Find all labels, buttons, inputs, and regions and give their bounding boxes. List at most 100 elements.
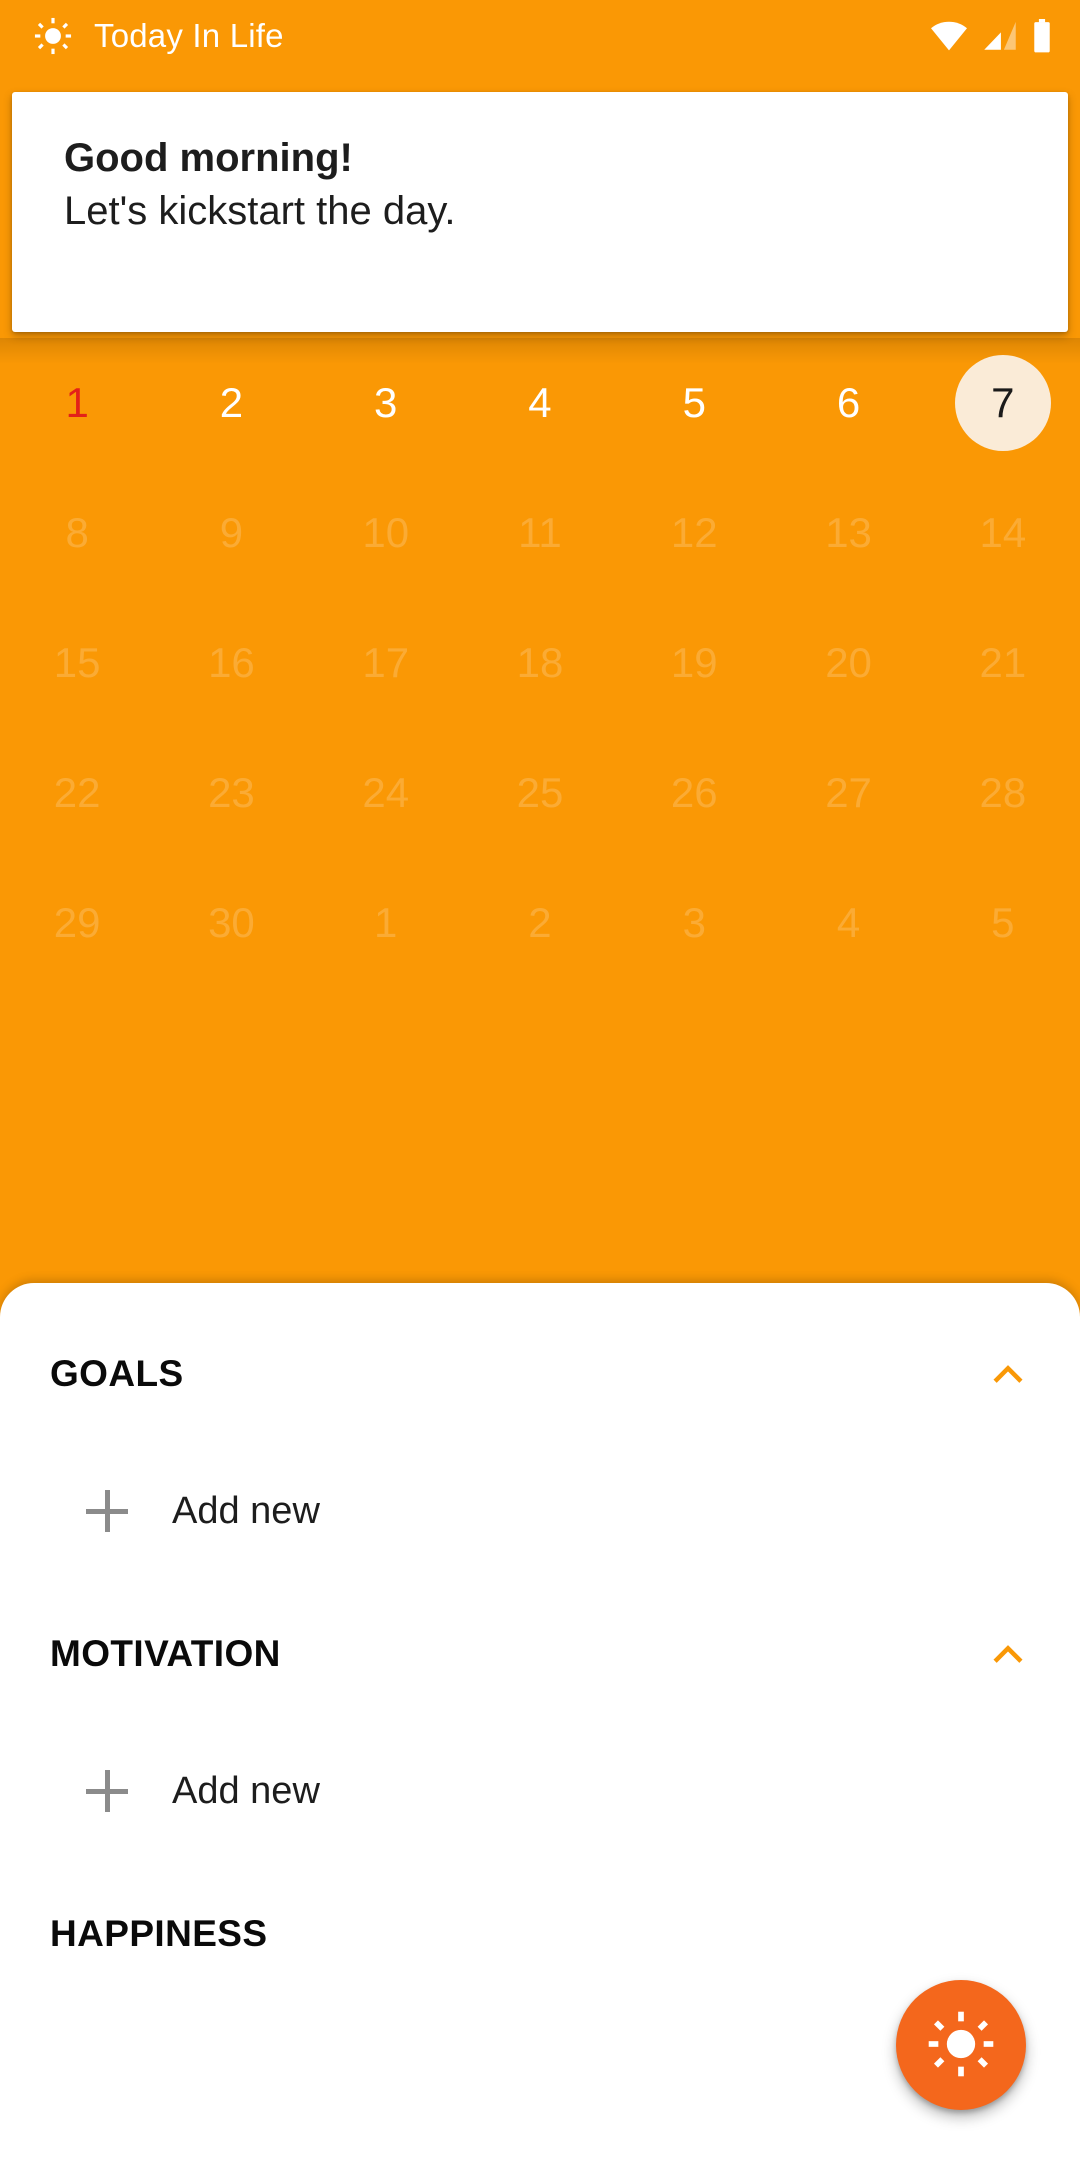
calendar-day-26[interactable]: 26 <box>617 728 771 858</box>
calendar-day-4[interactable]: 4 <box>463 338 617 468</box>
calendar-day-20[interactable]: 20 <box>771 598 925 728</box>
calendar-day-label: 25 <box>516 769 564 816</box>
calendar-day-5[interactable]: 5 <box>926 858 1080 988</box>
greeting-card: Good morning! Let's kickstart the day. <box>12 92 1068 332</box>
cellular-signal-icon <box>982 21 1018 51</box>
sun-fab-button[interactable] <box>896 1980 1026 2110</box>
sun-icon <box>927 2010 995 2081</box>
section-header-happiness[interactable]: HAPPINESS <box>0 1891 1080 1977</box>
calendar-day-label: 4 <box>836 899 861 946</box>
calendar-day-16[interactable]: 16 <box>154 598 308 728</box>
calendar-day-label: 27 <box>825 769 872 816</box>
calendar-week-row: 22 23 24 25 26 27 28 <box>0 728 1080 858</box>
section-title-happiness: HAPPINESS <box>50 1913 268 1954</box>
calendar-day-19[interactable]: 19 <box>617 598 771 728</box>
calendar-week-row: 8 9 10 11 12 13 14 <box>0 468 1080 598</box>
calendar-day-label: 18 <box>516 639 564 686</box>
app-root: Today In Life Good morning! Let's kickst… <box>0 0 1080 2160</box>
calendar-day-label: 3 <box>682 899 706 946</box>
calendar-day-28[interactable]: 28 <box>926 728 1080 858</box>
calendar-day-label: 13 <box>825 509 872 556</box>
calendar-day-label: 5 <box>991 899 1015 946</box>
greeting-subtitle: Let's kickstart the day. <box>64 188 456 233</box>
calendar-day-label: 23 <box>208 769 255 816</box>
calendar-day-label: 5 <box>682 379 706 426</box>
calendar-day-13[interactable]: 13 <box>771 468 925 598</box>
calendar-day-21[interactable]: 21 <box>926 598 1080 728</box>
calendar-day-4[interactable]: 4 <box>771 858 925 988</box>
chevron-up-icon[interactable] <box>986 1632 1030 1676</box>
calendar-day-11[interactable]: 11 <box>463 468 617 598</box>
calendar-week-row: 1 2 3 4 5 6 7 <box>0 338 1080 468</box>
calendar-day-label: 12 <box>670 509 718 556</box>
calendar-day-22[interactable]: 22 <box>0 728 154 858</box>
chevron-up-icon[interactable] <box>986 1352 1030 1396</box>
calendar-day-label: 1 <box>65 379 89 426</box>
calendar-day-24[interactable]: 24 <box>309 728 463 858</box>
calendar-day-14[interactable]: 14 <box>926 468 1080 598</box>
calendar-day-2[interactable]: 2 <box>154 338 308 468</box>
calendar-day-9[interactable]: 9 <box>154 468 308 598</box>
calendar-day-17[interactable]: 17 <box>309 598 463 728</box>
status-icons <box>930 19 1058 53</box>
calendar-day-3[interactable]: 3 <box>309 338 463 468</box>
calendar-day-label: 4 <box>528 379 552 426</box>
calendar-day-8[interactable]: 8 <box>0 468 154 598</box>
app-title: Today In Life <box>94 17 284 54</box>
calendar-day-6[interactable]: 6 <box>771 338 925 468</box>
calendar-grid[interactable]: 1 2 3 4 5 6 7 8 9 10 11 12 13 14 15 16 17 18 19 20 21 22 23 24 2… <box>0 338 1080 1280</box>
calendar-day-label: 22 <box>53 769 101 816</box>
add-new-motivation-row[interactable]: Add new <box>0 1731 1080 1851</box>
calendar-day-label: 15 <box>53 639 101 686</box>
plus-icon <box>86 1770 128 1812</box>
calendar-day-label: 2 <box>219 379 244 426</box>
calendar-day-label: 28 <box>979 769 1027 816</box>
calendar-day-label: 30 <box>208 899 255 946</box>
motivation-spacer <box>0 1571 1080 1611</box>
calendar-day-1[interactable]: 1 <box>0 338 154 468</box>
calendar-day-label: 6 <box>836 379 861 426</box>
section-header-goals[interactable]: GOALS <box>0 1331 1080 1417</box>
calendar-day-2[interactable]: 2 <box>463 858 617 988</box>
calendar-day-label: 24 <box>362 769 410 816</box>
sun-icon <box>34 17 72 55</box>
section-title-goals: GOALS <box>50 1353 184 1394</box>
calendar-day-label: 9 <box>219 509 244 556</box>
calendar-day-label: 26 <box>670 769 718 816</box>
app-bar-left: Today In Life <box>34 17 284 55</box>
calendar-day-29[interactable]: 29 <box>0 858 154 988</box>
calendar-day-5[interactable]: 5 <box>617 338 771 468</box>
calendar-day-label: 10 <box>362 509 410 556</box>
calendar-rows: 1 2 3 4 5 6 7 8 9 10 11 12 13 14 15 16 17 18 19 20 21 22 23 24 2… <box>0 338 1080 988</box>
calendar-day-label: 19 <box>670 639 718 686</box>
calendar-day-25[interactable]: 25 <box>463 728 617 858</box>
calendar-day-label: 16 <box>208 639 255 686</box>
add-new-goal-label: Add new <box>172 1489 320 1532</box>
calendar-day-30[interactable]: 30 <box>154 858 308 988</box>
calendar-day-label: 3 <box>374 379 398 426</box>
calendar-day-7-selected[interactable]: 7 <box>926 338 1080 468</box>
calendar-day-18[interactable]: 18 <box>463 598 617 728</box>
app-bar: Today In Life <box>0 0 1080 72</box>
section-header-motivation[interactable]: MOTIVATION <box>0 1611 1080 1697</box>
calendar-day-3[interactable]: 3 <box>617 858 771 988</box>
calendar-day-23[interactable]: 23 <box>154 728 308 858</box>
calendar-day-label: 14 <box>979 509 1027 556</box>
calendar-day-1[interactable]: 1 <box>309 858 463 988</box>
add-new-goal-row[interactable]: Add new <box>0 1451 1080 1571</box>
motivation-inner-spacer <box>0 1697 1080 1731</box>
plus-icon <box>86 1490 128 1532</box>
calendar-day-label: 11 <box>518 509 562 556</box>
calendar-week-row: 29 30 1 2 3 4 5 <box>0 858 1080 988</box>
goals-spacer <box>0 1417 1080 1451</box>
section-title-motivation: MOTIVATION <box>50 1633 281 1674</box>
calendar-week-row: 15 16 17 18 19 20 21 <box>0 598 1080 728</box>
calendar-day-10[interactable]: 10 <box>309 468 463 598</box>
calendar-day-15[interactable]: 15 <box>0 598 154 728</box>
wifi-icon <box>930 21 968 51</box>
calendar-day-label: 1 <box>374 899 398 946</box>
calendar-day-27[interactable]: 27 <box>771 728 925 858</box>
calendar-day-label: 17 <box>362 639 410 686</box>
calendar-day-label: 21 <box>979 639 1027 686</box>
calendar-day-12[interactable]: 12 <box>617 468 771 598</box>
